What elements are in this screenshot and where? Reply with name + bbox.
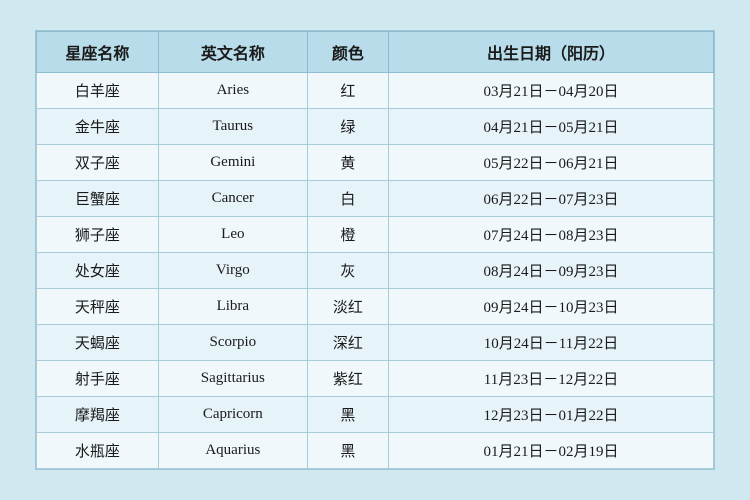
table-row: 双子座Gemini黄05月22日－06月21日 bbox=[37, 145, 714, 181]
cell-date: 07月24日－08月23日 bbox=[389, 217, 714, 253]
cell-chinese: 天蝎座 bbox=[37, 325, 159, 361]
cell-color: 黑 bbox=[307, 433, 388, 469]
cell-english: Scorpio bbox=[158, 325, 307, 361]
cell-chinese: 巨蟹座 bbox=[37, 181, 159, 217]
table-header-row: 星座名称 英文名称 颜色 出生日期（阳历） bbox=[37, 32, 714, 73]
table-row: 巨蟹座Cancer白06月22日－07月23日 bbox=[37, 181, 714, 217]
header-date: 出生日期（阳历） bbox=[389, 32, 714, 73]
table-body: 白羊座Aries红03月21日－04月20日金牛座Taurus绿04月21日－0… bbox=[37, 73, 714, 469]
cell-color: 淡红 bbox=[307, 289, 388, 325]
cell-english: Leo bbox=[158, 217, 307, 253]
cell-date: 06月22日－07月23日 bbox=[389, 181, 714, 217]
cell-date: 08月24日－09月23日 bbox=[389, 253, 714, 289]
cell-english: Gemini bbox=[158, 145, 307, 181]
cell-date: 01月21日－02月19日 bbox=[389, 433, 714, 469]
cell-color: 黄 bbox=[307, 145, 388, 181]
cell-date: 09月24日－10月23日 bbox=[389, 289, 714, 325]
header-chinese: 星座名称 bbox=[37, 32, 159, 73]
cell-color: 绿 bbox=[307, 109, 388, 145]
cell-color: 白 bbox=[307, 181, 388, 217]
cell-date: 05月22日－06月21日 bbox=[389, 145, 714, 181]
cell-english: Capricorn bbox=[158, 397, 307, 433]
table-row: 狮子座Leo橙07月24日－08月23日 bbox=[37, 217, 714, 253]
table-row: 天秤座Libra淡红09月24日－10月23日 bbox=[37, 289, 714, 325]
cell-chinese: 双子座 bbox=[37, 145, 159, 181]
cell-english: Taurus bbox=[158, 109, 307, 145]
cell-english: Virgo bbox=[158, 253, 307, 289]
cell-chinese: 白羊座 bbox=[37, 73, 159, 109]
cell-color: 黑 bbox=[307, 397, 388, 433]
cell-english: Libra bbox=[158, 289, 307, 325]
table-row: 射手座Sagittarius紫红11月23日－12月22日 bbox=[37, 361, 714, 397]
table-row: 摩羯座Capricorn黑12月23日－01月22日 bbox=[37, 397, 714, 433]
cell-date: 12月23日－01月22日 bbox=[389, 397, 714, 433]
cell-english: Aries bbox=[158, 73, 307, 109]
cell-chinese: 处女座 bbox=[37, 253, 159, 289]
cell-color: 红 bbox=[307, 73, 388, 109]
table-row: 白羊座Aries红03月21日－04月20日 bbox=[37, 73, 714, 109]
cell-date: 03月21日－04月20日 bbox=[389, 73, 714, 109]
cell-date: 04月21日－05月21日 bbox=[389, 109, 714, 145]
header-english: 英文名称 bbox=[158, 32, 307, 73]
cell-color: 紫红 bbox=[307, 361, 388, 397]
cell-chinese: 射手座 bbox=[37, 361, 159, 397]
zodiac-table-container: 星座名称 英文名称 颜色 出生日期（阳历） 白羊座Aries红03月21日－04… bbox=[35, 30, 715, 470]
cell-date: 10月24日－11月22日 bbox=[389, 325, 714, 361]
cell-color: 深红 bbox=[307, 325, 388, 361]
cell-english: Aquarius bbox=[158, 433, 307, 469]
zodiac-table: 星座名称 英文名称 颜色 出生日期（阳历） 白羊座Aries红03月21日－04… bbox=[36, 31, 714, 469]
cell-color: 灰 bbox=[307, 253, 388, 289]
header-color: 颜色 bbox=[307, 32, 388, 73]
cell-chinese: 天秤座 bbox=[37, 289, 159, 325]
cell-chinese: 金牛座 bbox=[37, 109, 159, 145]
cell-color: 橙 bbox=[307, 217, 388, 253]
cell-english: Sagittarius bbox=[158, 361, 307, 397]
table-row: 金牛座Taurus绿04月21日－05月21日 bbox=[37, 109, 714, 145]
table-row: 水瓶座Aquarius黑01月21日－02月19日 bbox=[37, 433, 714, 469]
cell-date: 11月23日－12月22日 bbox=[389, 361, 714, 397]
table-row: 处女座Virgo灰08月24日－09月23日 bbox=[37, 253, 714, 289]
table-row: 天蝎座Scorpio深红10月24日－11月22日 bbox=[37, 325, 714, 361]
cell-chinese: 狮子座 bbox=[37, 217, 159, 253]
cell-english: Cancer bbox=[158, 181, 307, 217]
cell-chinese: 摩羯座 bbox=[37, 397, 159, 433]
cell-chinese: 水瓶座 bbox=[37, 433, 159, 469]
